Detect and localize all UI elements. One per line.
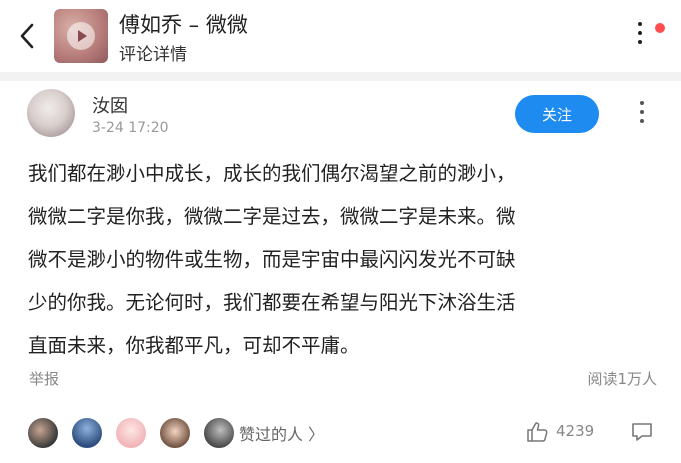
follow-button[interactable]: 关注: [515, 95, 599, 133]
comment-text-line: 少的你我。无论何时，我们都要在希望与阳光下沐浴生活: [28, 291, 516, 314]
liked-by-link[interactable]: 赞过的人 〉: [239, 421, 324, 445]
comment-text-line: 微不是渺小的物件或生物，而是宇宙中最闪闪发光不可缺: [28, 248, 516, 271]
post-time: 3-24 17:20: [92, 120, 169, 136]
comment-text-line: 微微二字是你我，微微二字是过去，微微二字是未来。微: [28, 205, 516, 228]
chevron-left-icon: [20, 23, 34, 49]
author-avatar[interactable]: [27, 89, 75, 137]
page-title: 傅如乔 – 微微: [119, 13, 248, 37]
back-button[interactable]: [12, 18, 42, 54]
play-icon: [67, 22, 95, 50]
post-more-button[interactable]: [636, 101, 648, 129]
liker-avatar[interactable]: [27, 417, 59, 449]
page-subtitle: 评论详情: [119, 45, 187, 65]
read-count: 阅读1万人: [587, 370, 657, 388]
video-thumbnail[interactable]: [54, 9, 108, 63]
top-header: 傅如乔 – 微微 评论详情: [0, 0, 681, 72]
more-options-button[interactable]: [632, 22, 648, 54]
section-divider: [0, 72, 681, 81]
report-link[interactable]: 举报: [29, 368, 59, 389]
comment-icon[interactable]: [630, 421, 654, 443]
author-name[interactable]: 汝囡: [92, 92, 128, 118]
liker-avatar[interactable]: [159, 417, 191, 449]
comment-text-line: 直面未来，你我都平凡，可却不平庸。: [28, 334, 360, 357]
notification-dot: [655, 23, 665, 33]
liker-avatar[interactable]: [71, 417, 103, 449]
liker-avatar[interactable]: [115, 417, 147, 449]
liker-avatar[interactable]: [203, 417, 235, 449]
thumbs-up-icon[interactable]: [526, 421, 550, 443]
like-count: 4239: [556, 422, 595, 440]
comment-text-line: 我们都在渺小中成长，成长的我们偶尔渴望之前的渺小，: [28, 162, 516, 185]
